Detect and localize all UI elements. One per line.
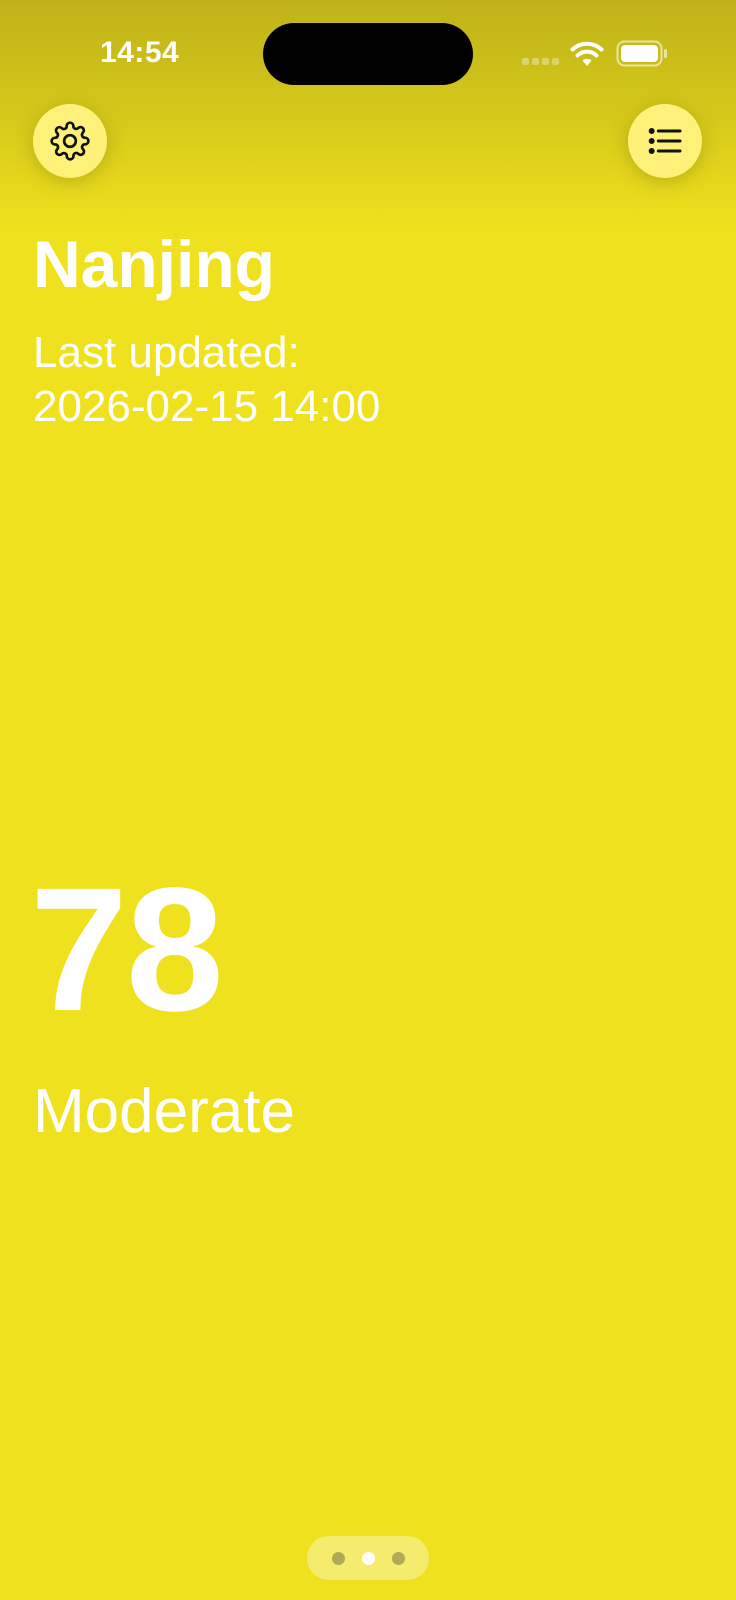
city-list-button[interactable] xyxy=(628,104,702,178)
battery-icon xyxy=(616,40,667,67)
wifi-icon xyxy=(570,41,604,66)
status-bar: 14:54 xyxy=(0,0,736,110)
dynamic-island xyxy=(263,23,473,85)
aqi-value: 78 xyxy=(30,852,224,1048)
page-indicator[interactable] xyxy=(307,1536,429,1580)
last-updated-time: 2026-02-15 14:00 xyxy=(33,382,381,431)
last-updated: Last updated: 2026-02-15 14:00 xyxy=(33,326,380,434)
status-time: 14:54 xyxy=(100,36,180,69)
page-dot-3[interactable] xyxy=(391,1551,405,1565)
aqi-level: Moderate xyxy=(33,1077,295,1146)
cellular-signal-icon xyxy=(522,58,560,66)
page-dot-2-current[interactable] xyxy=(361,1551,375,1565)
city-name: Nanjing xyxy=(33,227,275,301)
settings-button[interactable] xyxy=(33,104,107,178)
gear-icon xyxy=(50,121,90,161)
page-dot-1[interactable] xyxy=(331,1551,345,1565)
list-icon xyxy=(648,127,682,155)
last-updated-label: Last updated: xyxy=(33,328,300,377)
